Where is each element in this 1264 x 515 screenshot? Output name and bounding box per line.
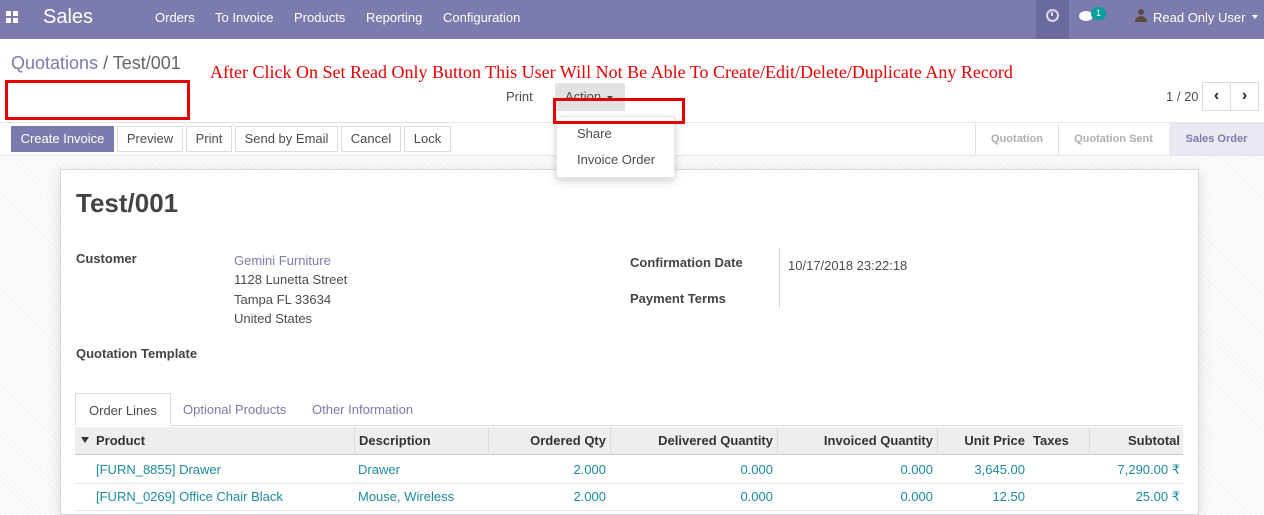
breadcrumb-current: Test/001	[112, 53, 181, 73]
tab-optional-products[interactable]: Optional Products	[170, 393, 299, 426]
cell-subtotal[interactable]: 7,290.00 ₹	[1091, 462, 1181, 478]
column-taxes[interactable]: Taxes	[1033, 433, 1069, 448]
cell-unit-price[interactable]: 3,645.00	[939, 462, 1025, 477]
send-by-email-button[interactable]: Send by Email	[235, 126, 338, 152]
cell-ordered-qty[interactable]: 2.000	[490, 462, 606, 477]
cell-invoiced-qty[interactable]: 0.000	[779, 462, 933, 477]
column-description[interactable]: Description	[359, 433, 431, 448]
customer-link[interactable]: Gemini Furniture	[234, 253, 331, 268]
column-delivered-quantity[interactable]: Delivered Quantity	[612, 433, 773, 448]
pager-value[interactable]: 1 / 20	[1166, 89, 1199, 104]
column-divider	[777, 427, 778, 455]
menu-to-invoice[interactable]: To Invoice	[215, 10, 274, 25]
pager-previous-button[interactable]: ‹	[1202, 82, 1231, 111]
menu-orders[interactable]: Orders	[155, 10, 195, 25]
menu-configuration[interactable]: Configuration	[443, 10, 520, 25]
stage-sales-order[interactable]: Sales Order	[1169, 123, 1264, 155]
apps-menu-icon[interactable]	[6, 11, 18, 23]
cell-subtotal[interactable]: 25.00 ₹	[1091, 489, 1180, 505]
column-divider	[354, 427, 355, 455]
field-divider	[779, 248, 780, 308]
cell-product[interactable]: [FURN_8855] Drawer	[96, 462, 221, 477]
action-share[interactable]: Share	[577, 126, 612, 141]
row-divider	[75, 483, 1183, 484]
cell-delivered-qty[interactable]: 0.000	[612, 462, 773, 477]
cell-delivered-qty[interactable]: 0.000	[612, 489, 773, 504]
stage-quotation[interactable]: Quotation	[976, 123, 1058, 155]
column-unit-price[interactable]: Unit Price	[939, 433, 1025, 448]
pager-next-button[interactable]: ›	[1230, 82, 1259, 111]
menu-products[interactable]: Products	[294, 10, 345, 25]
address-line: Tampa FL 33634	[234, 292, 332, 307]
print-dropdown-label: Print	[506, 89, 533, 104]
cancel-button[interactable]: Cancel	[341, 126, 401, 152]
cell-invoiced-qty[interactable]: 0.000	[779, 489, 933, 504]
app-name: Sales	[43, 6, 94, 28]
lock-button[interactable]: Lock	[404, 126, 451, 152]
breadcrumb-quotations[interactable]: Quotations	[11, 53, 98, 73]
confirmation-date-value: 10/17/2018 23:22:18	[788, 258, 908, 273]
annotation-highlight-box	[553, 98, 685, 124]
address-line: United States	[234, 311, 313, 326]
row-divider	[75, 510, 1183, 511]
clock-icon[interactable]	[1046, 9, 1059, 22]
menu-reporting[interactable]: Reporting	[366, 10, 422, 25]
cell-description[interactable]: Drawer	[358, 462, 400, 477]
column-ordered-qty[interactable]: Ordered Qty	[490, 433, 606, 448]
top-navbar: Sales Orders To Invoice Products Reporti…	[0, 0, 1264, 39]
tab-order-lines[interactable]: Order Lines	[75, 393, 171, 426]
print-dropdown[interactable]: Print	[496, 83, 554, 128]
annotation-highlight-box	[5, 80, 190, 120]
column-divider	[610, 427, 611, 455]
cell-unit-price[interactable]: 12.50	[939, 489, 1025, 504]
breadcrumb: Quotations / Test/001	[11, 53, 181, 74]
cell-product[interactable]: [FURN_0269] Office Chair Black	[96, 489, 283, 504]
cell-ordered-qty[interactable]: 2.000	[490, 489, 606, 504]
column-divider	[1089, 427, 1090, 455]
quotation-template-label: Quotation Template	[76, 346, 198, 361]
chevron-down-icon	[1252, 15, 1258, 19]
user-avatar-icon[interactable]	[1135, 9, 1147, 23]
user-menu[interactable]: Read Only User	[1153, 10, 1245, 25]
stage-quotation-sent[interactable]: Quotation Sent	[1059, 123, 1168, 155]
column-divider	[488, 427, 489, 455]
address-line: 1128 Lunetta Street	[234, 272, 348, 287]
chat-count-badge: 1	[1091, 7, 1106, 20]
print-button[interactable]: Print	[186, 126, 232, 152]
customer-label: Customer	[76, 251, 137, 266]
breadcrumb-separator: /	[98, 53, 113, 73]
column-product[interactable]: Product	[96, 433, 145, 448]
action-invoice-order[interactable]: Invoice Order	[577, 152, 655, 167]
tab-other-information[interactable]: Other Information	[299, 393, 426, 426]
column-divider	[937, 427, 938, 455]
create-invoice-button[interactable]: Create Invoice	[11, 126, 114, 152]
column-subtotal[interactable]: Subtotal	[1091, 433, 1180, 448]
payment-terms-label: Payment Terms	[630, 291, 726, 306]
record-title: Test/001	[76, 188, 179, 218]
sort-caret-icon[interactable]	[81, 437, 89, 443]
action-dropdown-menu: Share Invoice Order	[556, 116, 675, 178]
cell-description[interactable]: Mouse, Wireless	[358, 489, 454, 504]
confirmation-date-label: Confirmation Date	[630, 255, 743, 270]
annotation-text: After Click On Set Read Only Button This…	[210, 62, 1013, 82]
preview-button[interactable]: Preview	[117, 126, 183, 152]
column-invoiced-quantity[interactable]: Invoiced Quantity	[779, 433, 933, 448]
